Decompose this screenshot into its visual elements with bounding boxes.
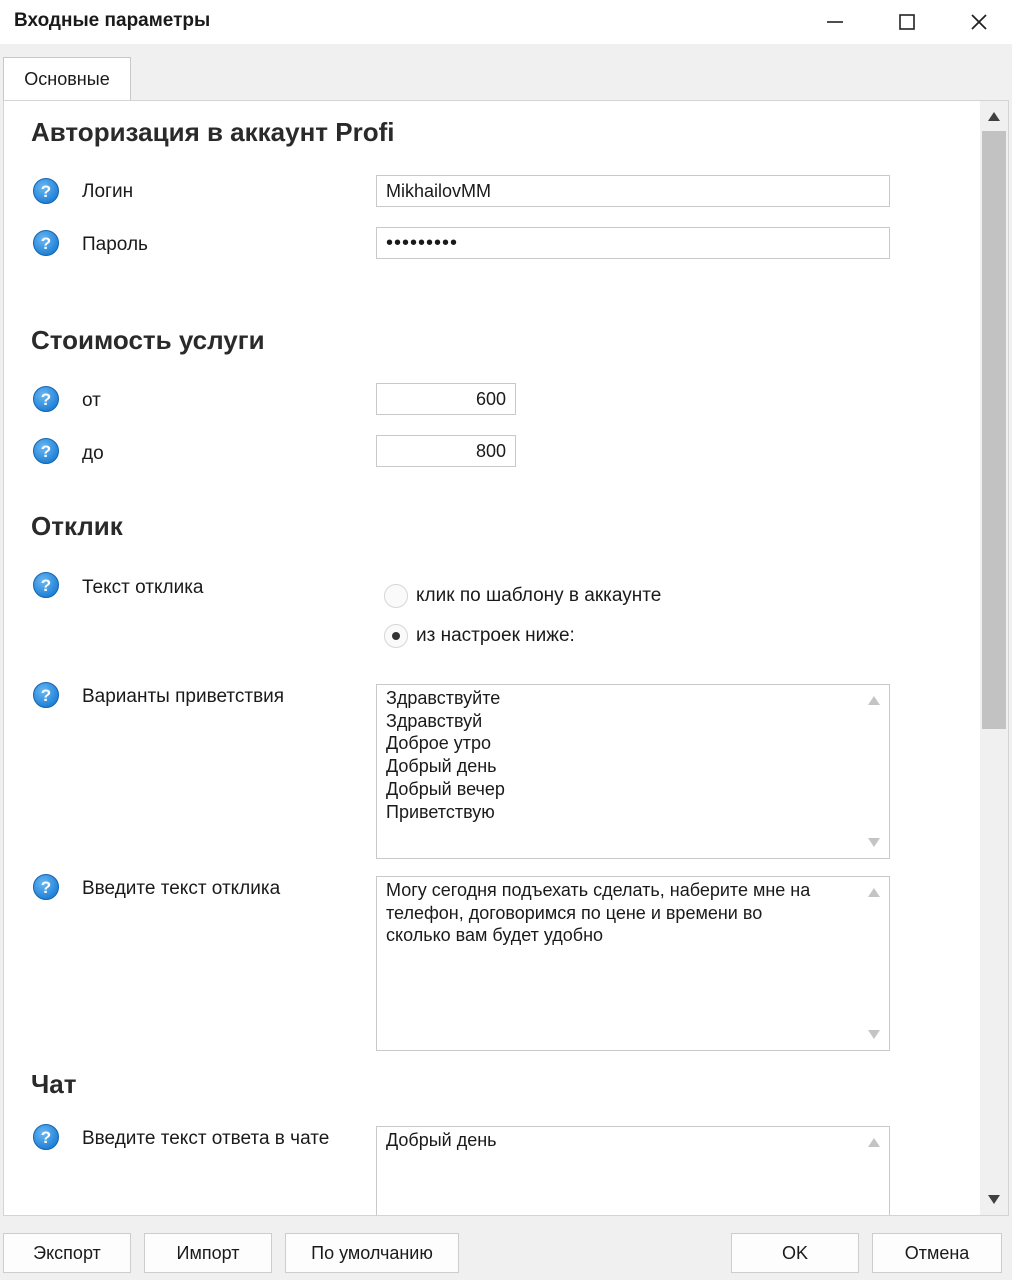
greetings-textarea[interactable]: Здравствуйте Здравствуй Доброе утро Добр… [376, 684, 890, 859]
button-bar: Экспорт Импорт По умолчанию OK Отмена [0, 1216, 1012, 1280]
maximize-icon [899, 14, 915, 30]
scroll-down-icon[interactable] [868, 838, 880, 847]
radio-label: клик по шаблону в аккаунте [416, 585, 662, 606]
price-to-label: до [82, 443, 104, 464]
svg-text:?: ? [41, 576, 51, 595]
minimize-icon [826, 13, 844, 31]
settings-panel: Авторизация в аккаунт Profi ? Логин Mikh… [3, 100, 1009, 1216]
price-from-label: от [82, 390, 101, 411]
title-bar: Входные параметры [0, 0, 1012, 44]
tab-main[interactable]: Основные [3, 57, 131, 101]
help-question-icon[interactable]: ? [32, 437, 60, 465]
help-question-icon[interactable]: ? [32, 681, 60, 709]
minimize-button[interactable] [800, 0, 870, 44]
greetings-text: Здравствуйте Здравствуй Доброе утро Добр… [386, 688, 505, 822]
close-icon [970, 13, 988, 31]
svg-text:?: ? [41, 686, 51, 705]
help-question-icon[interactable]: ? [32, 385, 60, 413]
password-label: Пароль [82, 234, 148, 255]
price-from-field[interactable]: 600 [376, 383, 516, 415]
svg-text:?: ? [41, 878, 51, 897]
scroll-up-icon[interactable] [868, 1138, 880, 1147]
radio-template-click[interactable]: клик по шаблону в аккаунте [384, 582, 661, 610]
textarea-scrollbar[interactable] [861, 685, 889, 858]
svg-text:?: ? [41, 390, 51, 409]
scroll-thumb[interactable] [982, 131, 1006, 729]
svg-text:?: ? [41, 234, 51, 253]
response-textarea[interactable]: Могу сегодня подъехать сделать, наберите… [376, 876, 890, 1051]
radio-circle-selected[interactable] [384, 624, 408, 648]
password-field[interactable]: ••••••••• [376, 227, 890, 259]
scroll-up-icon[interactable] [868, 696, 880, 705]
section-title-auth: Авторизация в аккаунт Profi [31, 117, 395, 147]
svg-text:?: ? [41, 442, 51, 461]
chat-reply-textarea[interactable]: Добрый день [376, 1126, 890, 1215]
login-label: Логин [82, 181, 134, 202]
section-title-price: Стоимость услуги [31, 325, 265, 355]
textarea-scrollbar[interactable] [861, 1127, 889, 1215]
export-button[interactable]: Экспорт [3, 1233, 131, 1273]
scroll-up-icon[interactable] [988, 112, 1000, 121]
panel-scrollbar[interactable] [980, 101, 1008, 1215]
radio-label: из настроек ниже: [416, 625, 575, 646]
scroll-down-icon[interactable] [868, 1030, 880, 1039]
radio-circle[interactable] [384, 584, 408, 608]
tab-strip: Основные [0, 44, 1012, 101]
svg-text:?: ? [41, 182, 51, 201]
help-question-icon[interactable]: ? [32, 177, 60, 205]
radio-from-settings[interactable]: из настроек ниже: [384, 622, 575, 650]
section-title-chat: Чат [31, 1069, 77, 1099]
default-button[interactable]: По умолчанию [285, 1233, 459, 1273]
cancel-button[interactable]: Отмена [872, 1233, 1002, 1273]
window-title: Входные параметры [14, 10, 211, 31]
chat-reply-text: Добрый день [386, 1130, 497, 1150]
ok-button[interactable]: OK [731, 1233, 859, 1273]
svg-text:?: ? [41, 1128, 51, 1147]
section-title-response: Отклик [31, 511, 123, 541]
textarea-scrollbar[interactable] [861, 877, 889, 1050]
maximize-button[interactable] [872, 0, 942, 44]
close-button[interactable] [944, 0, 1012, 44]
response-text-label: Текст отклика [82, 577, 204, 598]
help-question-icon[interactable]: ? [32, 1123, 60, 1151]
help-question-icon[interactable]: ? [32, 571, 60, 599]
greetings-label: Варианты приветствия [82, 686, 285, 707]
response-text: Могу сегодня подъехать сделать, наберите… [386, 880, 811, 946]
help-question-icon[interactable]: ? [32, 873, 60, 901]
scroll-down-icon[interactable] [988, 1195, 1000, 1204]
scroll-up-icon[interactable] [868, 888, 880, 897]
login-field[interactable]: MikhailovMM [376, 175, 890, 207]
help-question-icon[interactable]: ? [32, 229, 60, 257]
import-button[interactable]: Импорт [144, 1233, 272, 1273]
response-input-label: Введите текст отклика [82, 878, 281, 899]
price-to-field[interactable]: 800 [376, 435, 516, 467]
chat-reply-label: Введите текст ответа в чате [82, 1128, 330, 1149]
